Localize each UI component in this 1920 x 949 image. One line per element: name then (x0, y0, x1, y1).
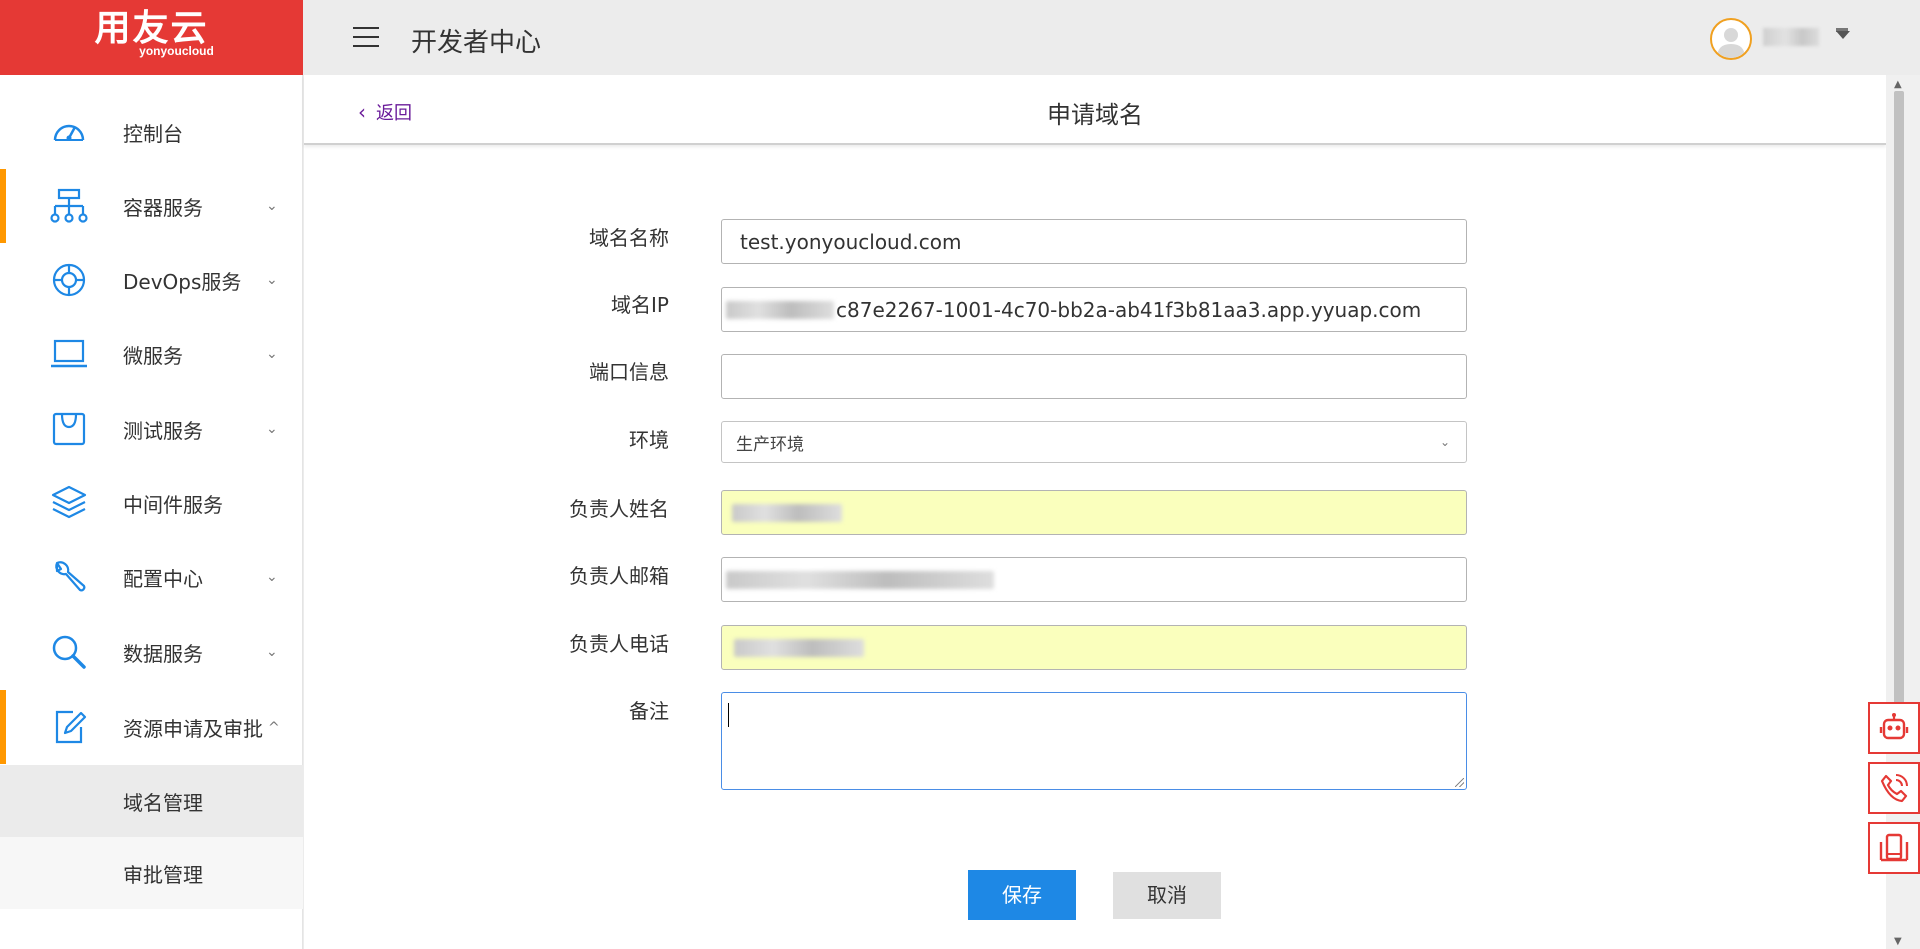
chevron-down-icon: ⌄ (266, 569, 278, 585)
sidebar-item-config[interactable]: 配置中心 ⌄ (0, 540, 303, 614)
domain-name-field[interactable]: test.yonyoucloud.com (721, 219, 1467, 264)
phone-call-icon (1880, 774, 1908, 803)
sidebar-item-label: 配置中心 (123, 566, 203, 591)
sidebar-item-label: 控制台 (123, 121, 183, 146)
resize-handle-icon[interactable] (1455, 778, 1464, 787)
scroll-down-arrow-icon[interactable]: ▼ (1894, 936, 1902, 947)
app-title: 开发者中心 (411, 28, 542, 58)
user-menu-caret-icon[interactable] (1836, 31, 1850, 39)
avatar[interactable] (1710, 18, 1752, 60)
sidebar: 控制台 容器服务 ⌄ DevOps服务 ⌄ 微服务 ⌄ 测试服务 ⌄ 中间件服务… (0, 75, 303, 949)
lifebuoy-icon (52, 263, 86, 297)
sidebar-item-label: 数据服务 (123, 641, 203, 666)
owner-name-field[interactable] (721, 490, 1467, 535)
page-title: 申请域名 (1047, 101, 1143, 129)
sidebar-item-label: DevOps服务 (123, 269, 242, 294)
sidebar-item-testing[interactable]: 测试服务 ⌄ (0, 392, 303, 466)
sidebar-item-label: 中间件服务 (123, 492, 223, 517)
chevron-up-icon: ^ (268, 720, 280, 736)
remark-textarea[interactable] (721, 692, 1467, 790)
sidebar-item-label: 资源申请及审批 (123, 716, 263, 741)
domain-ip-value: c87e2267-1001-4c70-bb2a-ab41f3b81aa3.app… (836, 297, 1422, 322)
mobile-app-button[interactable] (1868, 822, 1920, 874)
laptop-icon (51, 339, 87, 368)
domain-ip-field[interactable]: c87e2267-1001-4c70-bb2a-ab41f3b81aa3.app… (721, 287, 1467, 332)
sidebar-item-data[interactable]: 数据服务 ⌄ (0, 615, 303, 689)
magnifier-icon (52, 635, 86, 669)
scroll-up-arrow-icon[interactable]: ▲ (1894, 79, 1902, 90)
sidebar-subitem-approval-management[interactable]: 审批管理 (0, 837, 303, 909)
owner-email-field[interactable] (721, 557, 1467, 602)
port-info-label: 端口信息 (589, 360, 669, 384)
chevron-down-icon: ⌄ (266, 346, 278, 362)
remark-label: 备注 (629, 699, 669, 723)
sidebar-item-resource-approval[interactable]: 资源申请及审批 ^ (0, 690, 303, 764)
shopping-bag-icon (52, 412, 86, 446)
redacted-value (726, 570, 994, 589)
hamburger-menu-icon[interactable] (353, 27, 379, 47)
domain-ip-label: 域名IP (611, 293, 669, 317)
sidebar-subitem-domain-management[interactable]: 域名管理 (0, 765, 303, 837)
owner-phone-field[interactable] (721, 625, 1467, 670)
top-bar: 开发者中心 (303, 0, 1920, 75)
text-caret (728, 703, 729, 727)
vertical-scrollbar[interactable]: ▲ ▼ (1886, 75, 1920, 949)
robot-icon (1879, 713, 1909, 740)
user-name-redacted[interactable] (1763, 28, 1819, 46)
port-info-field[interactable] (721, 354, 1467, 399)
domain-name-value: test.yonyoucloud.com (740, 229, 962, 254)
chevron-down-icon: ⌄ (266, 644, 278, 660)
sidebar-subitem-label: 域名管理 (123, 791, 203, 815)
sidebar-item-console[interactable]: 控制台 (0, 95, 303, 169)
sidebar-subitem-label: 审批管理 (123, 863, 203, 887)
sidebar-item-devops[interactable]: DevOps服务 ⌄ (0, 243, 303, 317)
chevron-down-icon: ⌄ (1439, 435, 1450, 449)
environment-label: 环境 (629, 428, 669, 452)
domain-name-label: 域名名称 (589, 226, 669, 250)
owner-email-label: 负责人邮箱 (569, 564, 669, 588)
environment-select[interactable]: 生产环境 ⌄ (721, 421, 1467, 463)
environment-selected-value: 生产环境 (736, 434, 804, 455)
save-button[interactable]: 保存 (968, 870, 1076, 920)
chatbot-button[interactable] (1868, 702, 1920, 754)
sidebar-item-container[interactable]: 容器服务 ⌄ (0, 169, 303, 243)
scrollbar-thumb[interactable] (1894, 91, 1904, 751)
owner-name-label: 负责人姓名 (569, 497, 669, 521)
logo-subtext: yonyoucloud (139, 44, 214, 58)
user-silhouette-icon (1717, 28, 1745, 58)
chevron-down-icon: ⌄ (266, 421, 278, 437)
owner-phone-label: 负责人电话 (569, 632, 669, 656)
redacted-prefix (726, 300, 834, 319)
sidebar-item-label: 测试服务 (123, 418, 203, 443)
chevron-down-icon: ⌄ (266, 198, 278, 214)
cancel-button[interactable]: 取消 (1113, 872, 1221, 919)
wrench-icon (55, 561, 86, 592)
logo-text: 用友云 (94, 8, 209, 49)
mobile-phone-icon (1879, 833, 1909, 862)
dashboard-icon (53, 124, 85, 141)
layers-icon (51, 485, 87, 519)
sidebar-item-middleware[interactable]: 中间件服务 (0, 466, 303, 540)
redacted-value (734, 638, 864, 657)
network-tree-icon (50, 188, 88, 223)
sidebar-item-label: 容器服务 (123, 195, 203, 220)
edit-document-icon (55, 710, 87, 744)
chevron-down-icon: ⌄ (266, 272, 278, 288)
brand-logo[interactable]: 用友云 yonyoucloud (0, 0, 303, 75)
sidebar-item-microservice[interactable]: 微服务 ⌄ (0, 317, 303, 391)
redacted-value (732, 503, 842, 522)
phone-support-button[interactable] (1868, 762, 1920, 814)
content-header: ‹ 返回 申请域名 (304, 75, 1886, 145)
sidebar-item-label: 微服务 (123, 343, 183, 368)
